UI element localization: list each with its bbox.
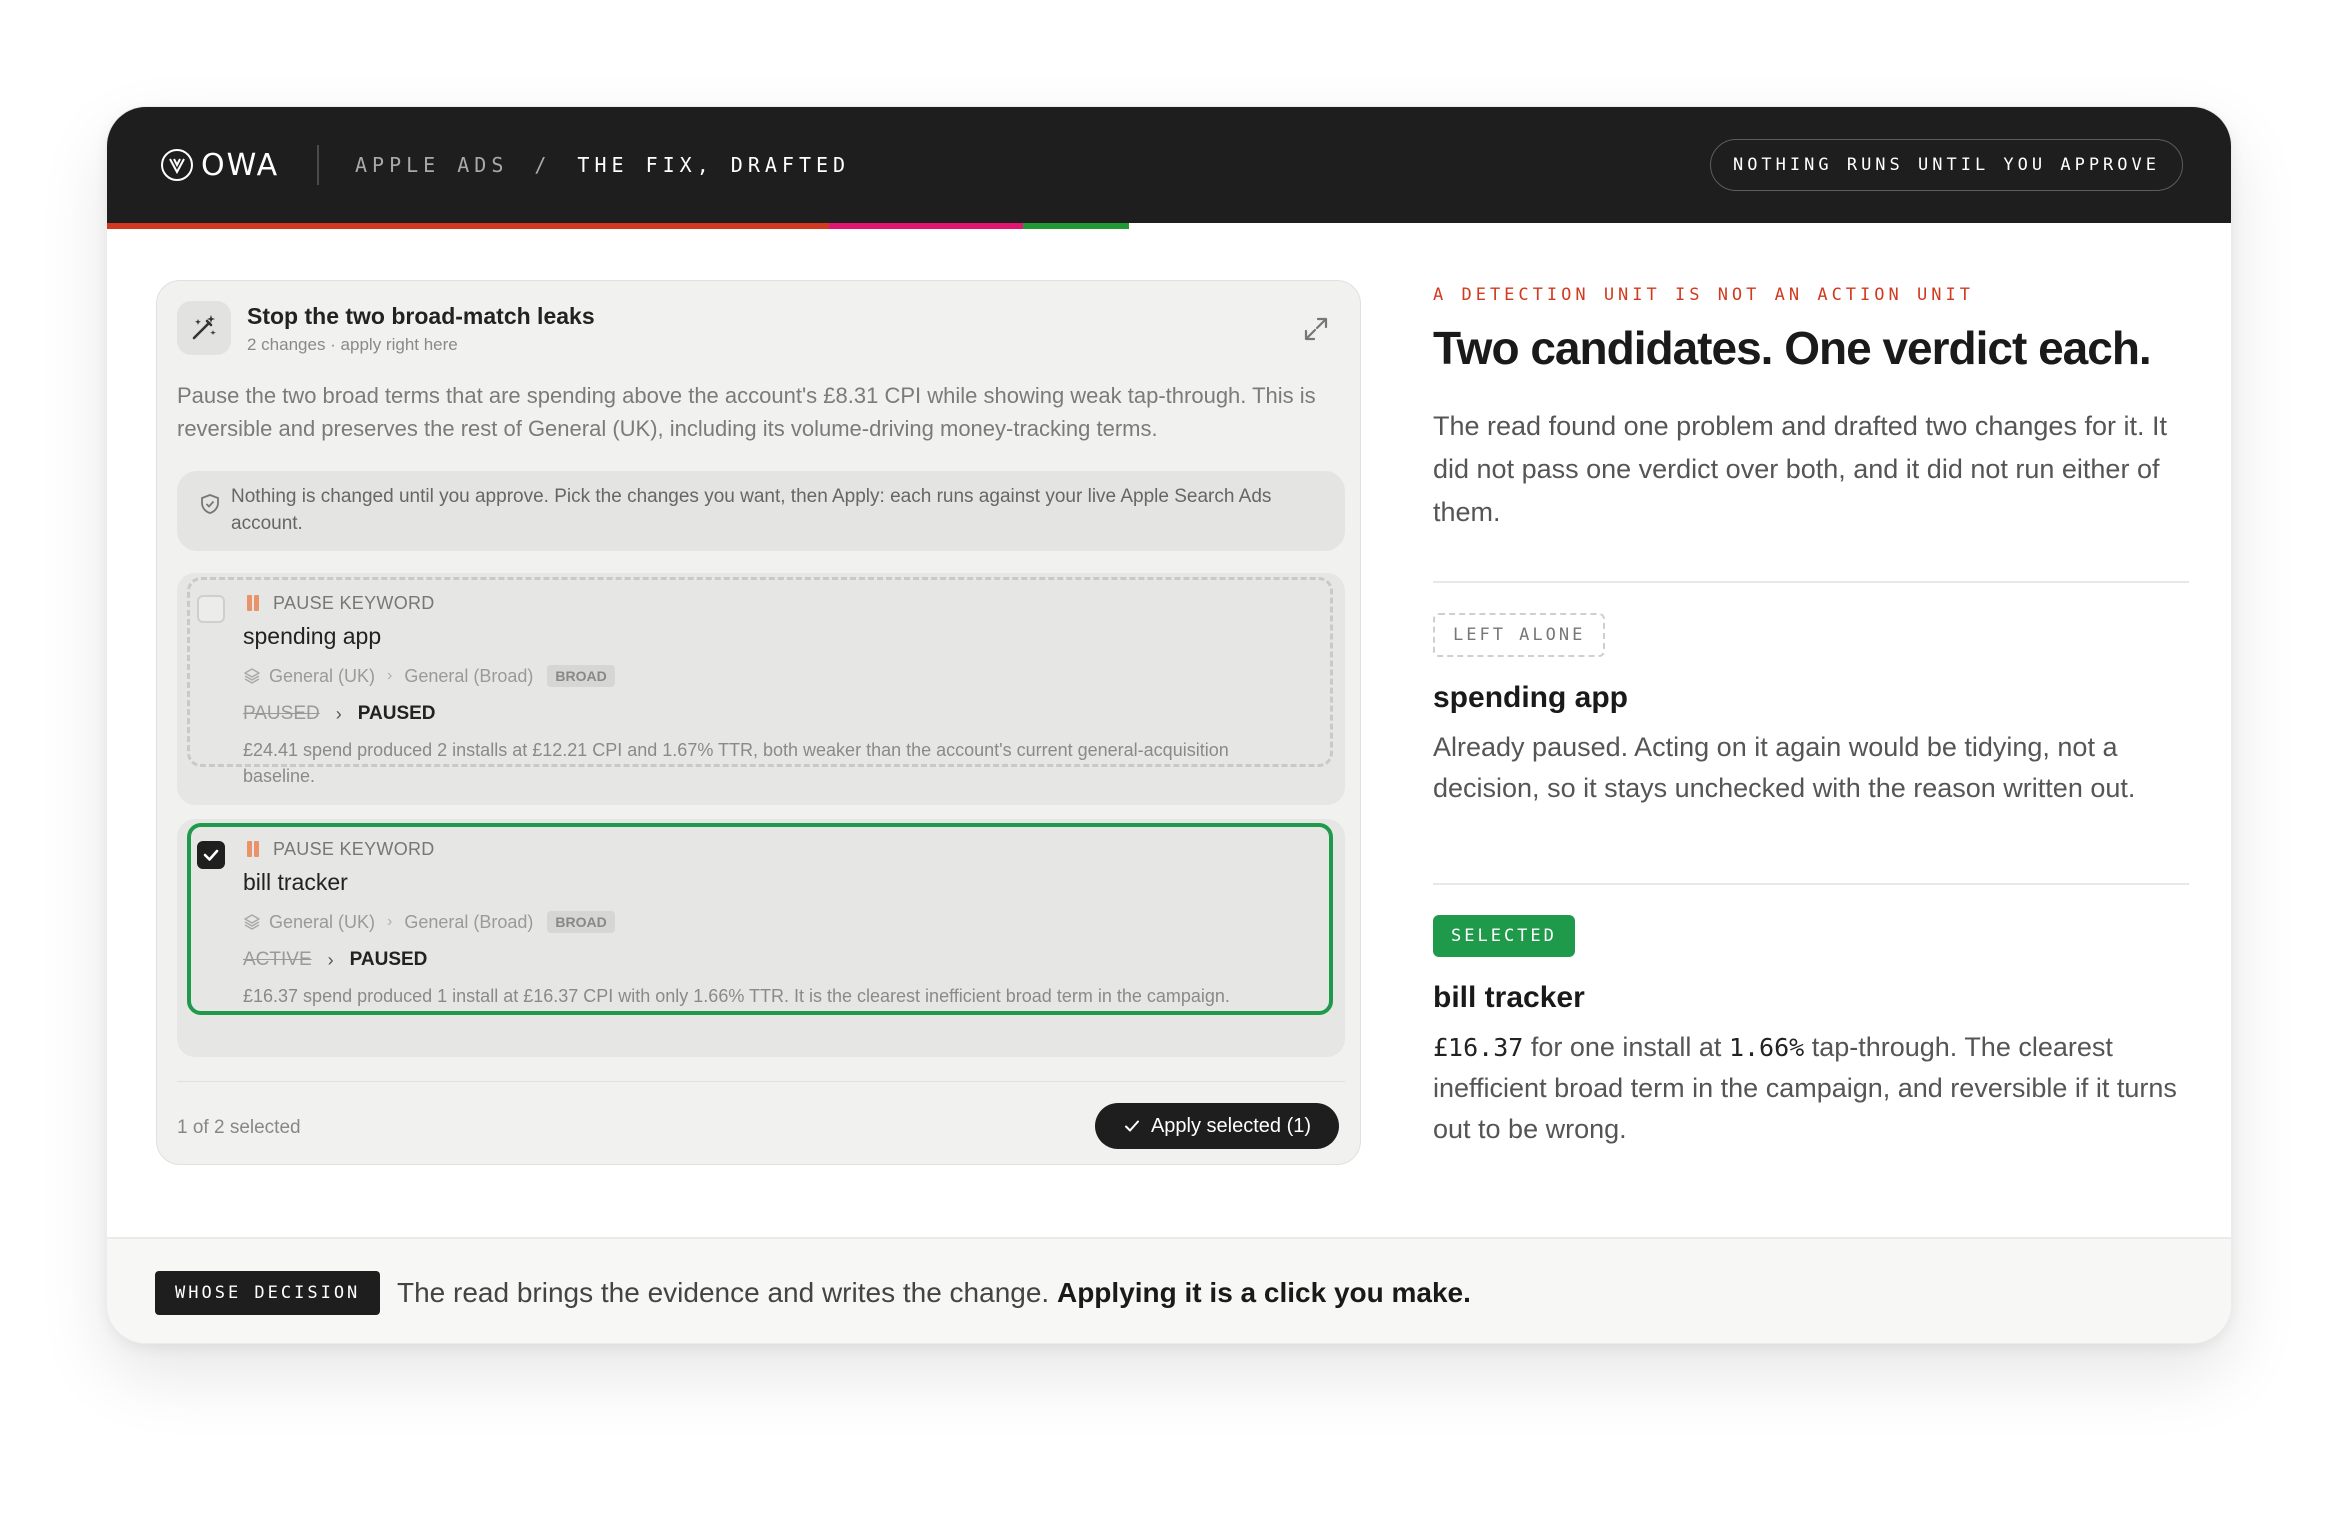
left-alone-body: Already paused. Acting on it again would… bbox=[1433, 732, 2136, 803]
old-state: ACTIVE bbox=[243, 949, 312, 970]
layers-icon bbox=[244, 914, 260, 930]
change-card: PAUSE KEYWORD spending app General (UK) … bbox=[177, 573, 1345, 805]
old-state: PAUSED bbox=[243, 703, 320, 724]
approval-notice: Nothing is changed until you approve. Pi… bbox=[177, 471, 1345, 551]
approval-notice-text: Nothing is changed until you approve. Pi… bbox=[231, 486, 1272, 534]
panel-description: Pause the two broad terms that are spend… bbox=[177, 383, 1316, 441]
footer-text-bold: Applying it is a click you make. bbox=[1056, 1277, 1471, 1308]
top-bar: OWA APPLE ADS / THE FIX, DRAFTED NOTHING… bbox=[107, 107, 2231, 223]
change-action-type: PAUSE KEYWORD bbox=[273, 593, 435, 613]
change-reason: £24.41 spend produced 2 installs at £12.… bbox=[243, 740, 1229, 786]
layers-icon bbox=[244, 668, 260, 684]
expand-icon[interactable] bbox=[1302, 315, 1330, 343]
section-headline: Two candidates. One verdict each. bbox=[1433, 322, 2152, 374]
chevron-right-icon: › bbox=[387, 913, 393, 930]
check-icon bbox=[1124, 1120, 1139, 1132]
panel-title: Stop the two broad-match leaks bbox=[247, 303, 595, 329]
topbar-divider bbox=[317, 145, 319, 185]
change-keyword: spending app bbox=[243, 623, 382, 649]
change-ad-group: General (Broad) bbox=[404, 665, 534, 686]
footer-text-regular: The read brings the evidence and writes … bbox=[397, 1277, 1050, 1308]
change-keyword: bill tracker bbox=[243, 869, 348, 895]
progress-segment-green bbox=[1023, 223, 1129, 229]
check-icon bbox=[203, 849, 219, 861]
match-type-badge: BROAD bbox=[547, 911, 615, 933]
slide-frame: OWA APPLE ADS / THE FIX, DRAFTED NOTHING… bbox=[106, 106, 2232, 1344]
change-checkbox[interactable] bbox=[197, 595, 225, 623]
pause-icon bbox=[245, 593, 261, 613]
owa-logo: OWA bbox=[161, 145, 279, 185]
progress-segment-red bbox=[107, 223, 829, 229]
arrow-right-icon: › bbox=[335, 703, 342, 724]
panel-subtitle: 2 changes · apply right here bbox=[247, 335, 458, 354]
change-ad-group: General (Broad) bbox=[404, 911, 534, 932]
selected-body-part: for one install at bbox=[1523, 1032, 1729, 1062]
selected-title: bill tracker bbox=[1433, 981, 1585, 1014]
arrow-right-icon: › bbox=[327, 949, 334, 970]
panel-footer-divider bbox=[177, 1081, 1345, 1082]
selected-count: 1 of 2 selected bbox=[177, 1117, 301, 1138]
selected-amount: £16.37 bbox=[1433, 1033, 1524, 1062]
new-state: PAUSED bbox=[357, 703, 436, 724]
change-campaign: General (UK) bbox=[269, 665, 376, 686]
pause-icon bbox=[245, 839, 261, 859]
section-divider bbox=[1433, 581, 2189, 583]
panel-header: Stop the two broad-match leaks 2 changes… bbox=[177, 301, 1340, 355]
selected-rate: 1.66% bbox=[1728, 1033, 1805, 1062]
change-action-type: PAUSE KEYWORD bbox=[273, 839, 435, 859]
shield-check-icon bbox=[199, 493, 221, 515]
change-location: General (UK) › General (Broad) BROAD bbox=[243, 909, 615, 935]
breadcrumb-parent: APPLE ADS bbox=[355, 153, 509, 177]
breadcrumb-separator: / bbox=[534, 153, 552, 177]
breadcrumb: APPLE ADS / THE FIX, DRAFTED bbox=[355, 149, 850, 181]
fix-panel: Stop the two broad-match leaks 2 changes… bbox=[156, 280, 1361, 1165]
left-alone-tag: LEFT ALONE bbox=[1433, 613, 1606, 657]
selected-tag: SELECTED bbox=[1433, 915, 1575, 957]
footer-bar: WHOSE DECISION The read brings the evide… bbox=[107, 1237, 2231, 1343]
progress-strip bbox=[107, 223, 2231, 229]
progress-segment-pink bbox=[829, 223, 1023, 229]
state-transition: PAUSED › PAUSED bbox=[243, 701, 436, 727]
change-checkbox[interactable] bbox=[197, 841, 225, 869]
change-location: General (UK) › General (Broad) BROAD bbox=[243, 663, 615, 689]
left-alone-title: spending app bbox=[1433, 681, 1628, 714]
breadcrumb-current: THE FIX, DRAFTED bbox=[577, 153, 851, 177]
selected-body: £16.37 for one install at 1.66% tap-thro… bbox=[1433, 1027, 2203, 1150]
logo-text: OWA bbox=[201, 147, 280, 183]
section-divider bbox=[1433, 883, 2189, 885]
state-transition: ACTIVE › PAUSED bbox=[243, 947, 427, 973]
new-state: PAUSED bbox=[349, 949, 428, 970]
approval-notice-pill: NOTHING RUNS UNTIL YOU APPROVE bbox=[1709, 139, 2183, 191]
apply-selected-button[interactable]: Apply selected (1) bbox=[1095, 1103, 1339, 1149]
whose-decision-badge: WHOSE DECISION bbox=[155, 1271, 381, 1315]
apply-selected-label: Apply selected (1) bbox=[1150, 1114, 1312, 1137]
change-card: PAUSE KEYWORD bill tracker General (UK) … bbox=[177, 819, 1345, 1057]
match-type-badge: BROAD bbox=[547, 665, 615, 687]
section-eyebrow: A DETECTION UNIT IS NOT AN ACTION UNIT bbox=[1433, 285, 1974, 305]
logo-mark-icon bbox=[161, 149, 193, 181]
change-campaign: General (UK) bbox=[269, 911, 376, 932]
change-reason: £16.37 spend produced 1 install at £16.3… bbox=[243, 986, 1230, 1006]
section-intro: The read found one problem and drafted t… bbox=[1433, 411, 2167, 527]
chevron-right-icon: › bbox=[387, 667, 393, 684]
magic-wand-icon bbox=[177, 301, 231, 355]
footer-text: The read brings the evidence and writes … bbox=[397, 1277, 1471, 1309]
